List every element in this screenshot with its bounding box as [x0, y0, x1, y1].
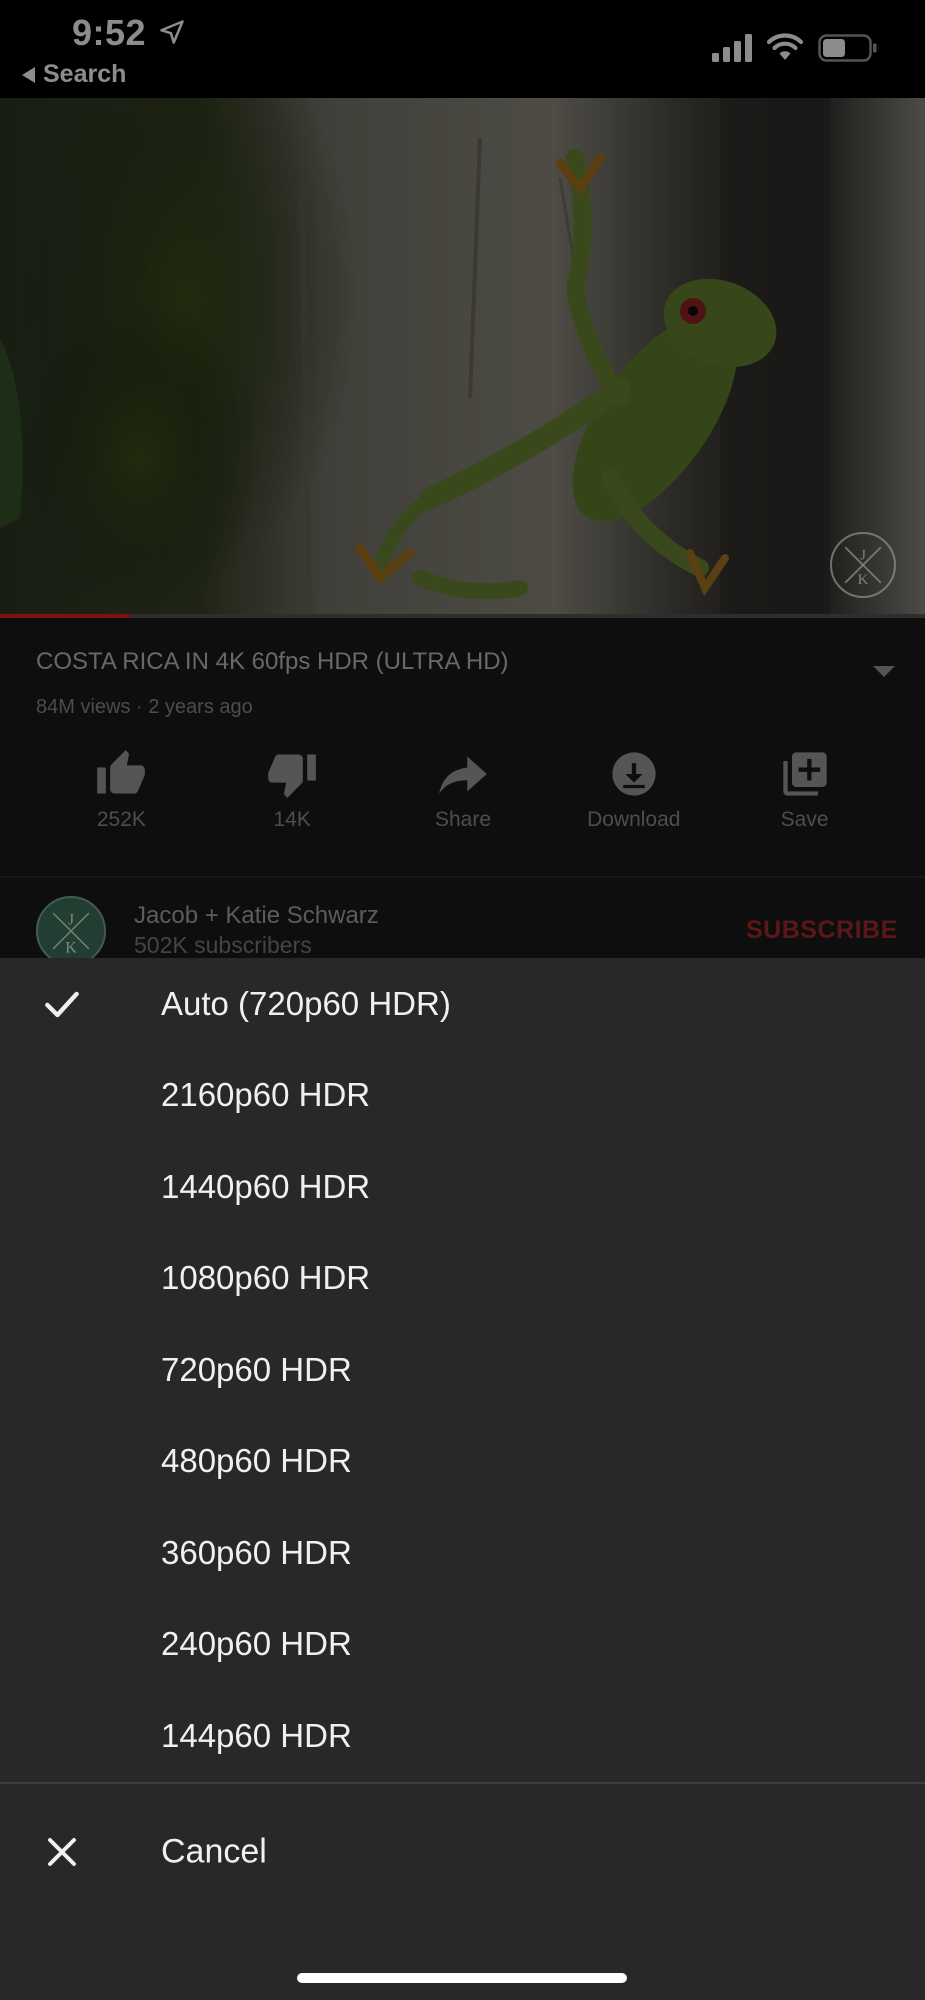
quality-option-label: 360p60 HDR: [161, 1533, 352, 1571]
quality-option-label: 2160p60 HDR: [161, 1076, 371, 1113]
quality-option-240p[interactable]: 240p60 HDR: [0, 1599, 925, 1690]
modal-dim-overlay[interactable]: [0, 0, 925, 958]
quality-option-144p[interactable]: 144p60 HDR: [0, 1690, 925, 1781]
quality-option-label: Auto (720p60 HDR): [161, 984, 451, 1022]
quality-option-label: 480p60 HDR: [161, 1442, 352, 1479]
quality-option-1440p[interactable]: 1440p60 HDR: [0, 1141, 925, 1232]
quality-option-label: 240p60 HDR: [161, 1625, 352, 1662]
quality-option-720p[interactable]: 720p60 HDR: [0, 1324, 925, 1415]
checkmark-icon: [45, 991, 79, 1017]
quality-option-480p[interactable]: 480p60 HDR: [0, 1416, 925, 1507]
quality-option-label: 144p60 HDR: [161, 1716, 352, 1754]
quality-option-label: 1080p60 HDR: [161, 1259, 371, 1296]
cancel-button[interactable]: Cancel: [0, 1802, 925, 1902]
quality-option-auto[interactable]: Auto (720p60 HDR): [0, 958, 925, 1049]
quality-selection-sheet: Auto (720p60 HDR) 2160p60 HDR 1440p60 HD…: [0, 958, 925, 2000]
home-indicator[interactable]: [297, 1973, 627, 1983]
close-icon: [48, 1838, 76, 1866]
quality-option-360p[interactable]: 360p60 HDR: [0, 1507, 925, 1598]
quality-option-1080p[interactable]: 1080p60 HDR: [0, 1233, 925, 1324]
cancel-label: Cancel: [161, 1832, 267, 1871]
quality-option-label: 720p60 HDR: [161, 1350, 352, 1388]
quality-option-label: 1440p60 HDR: [161, 1167, 371, 1205]
sheet-divider: [0, 1782, 925, 1784]
quality-option-2160p[interactable]: 2160p60 HDR: [0, 1050, 925, 1141]
